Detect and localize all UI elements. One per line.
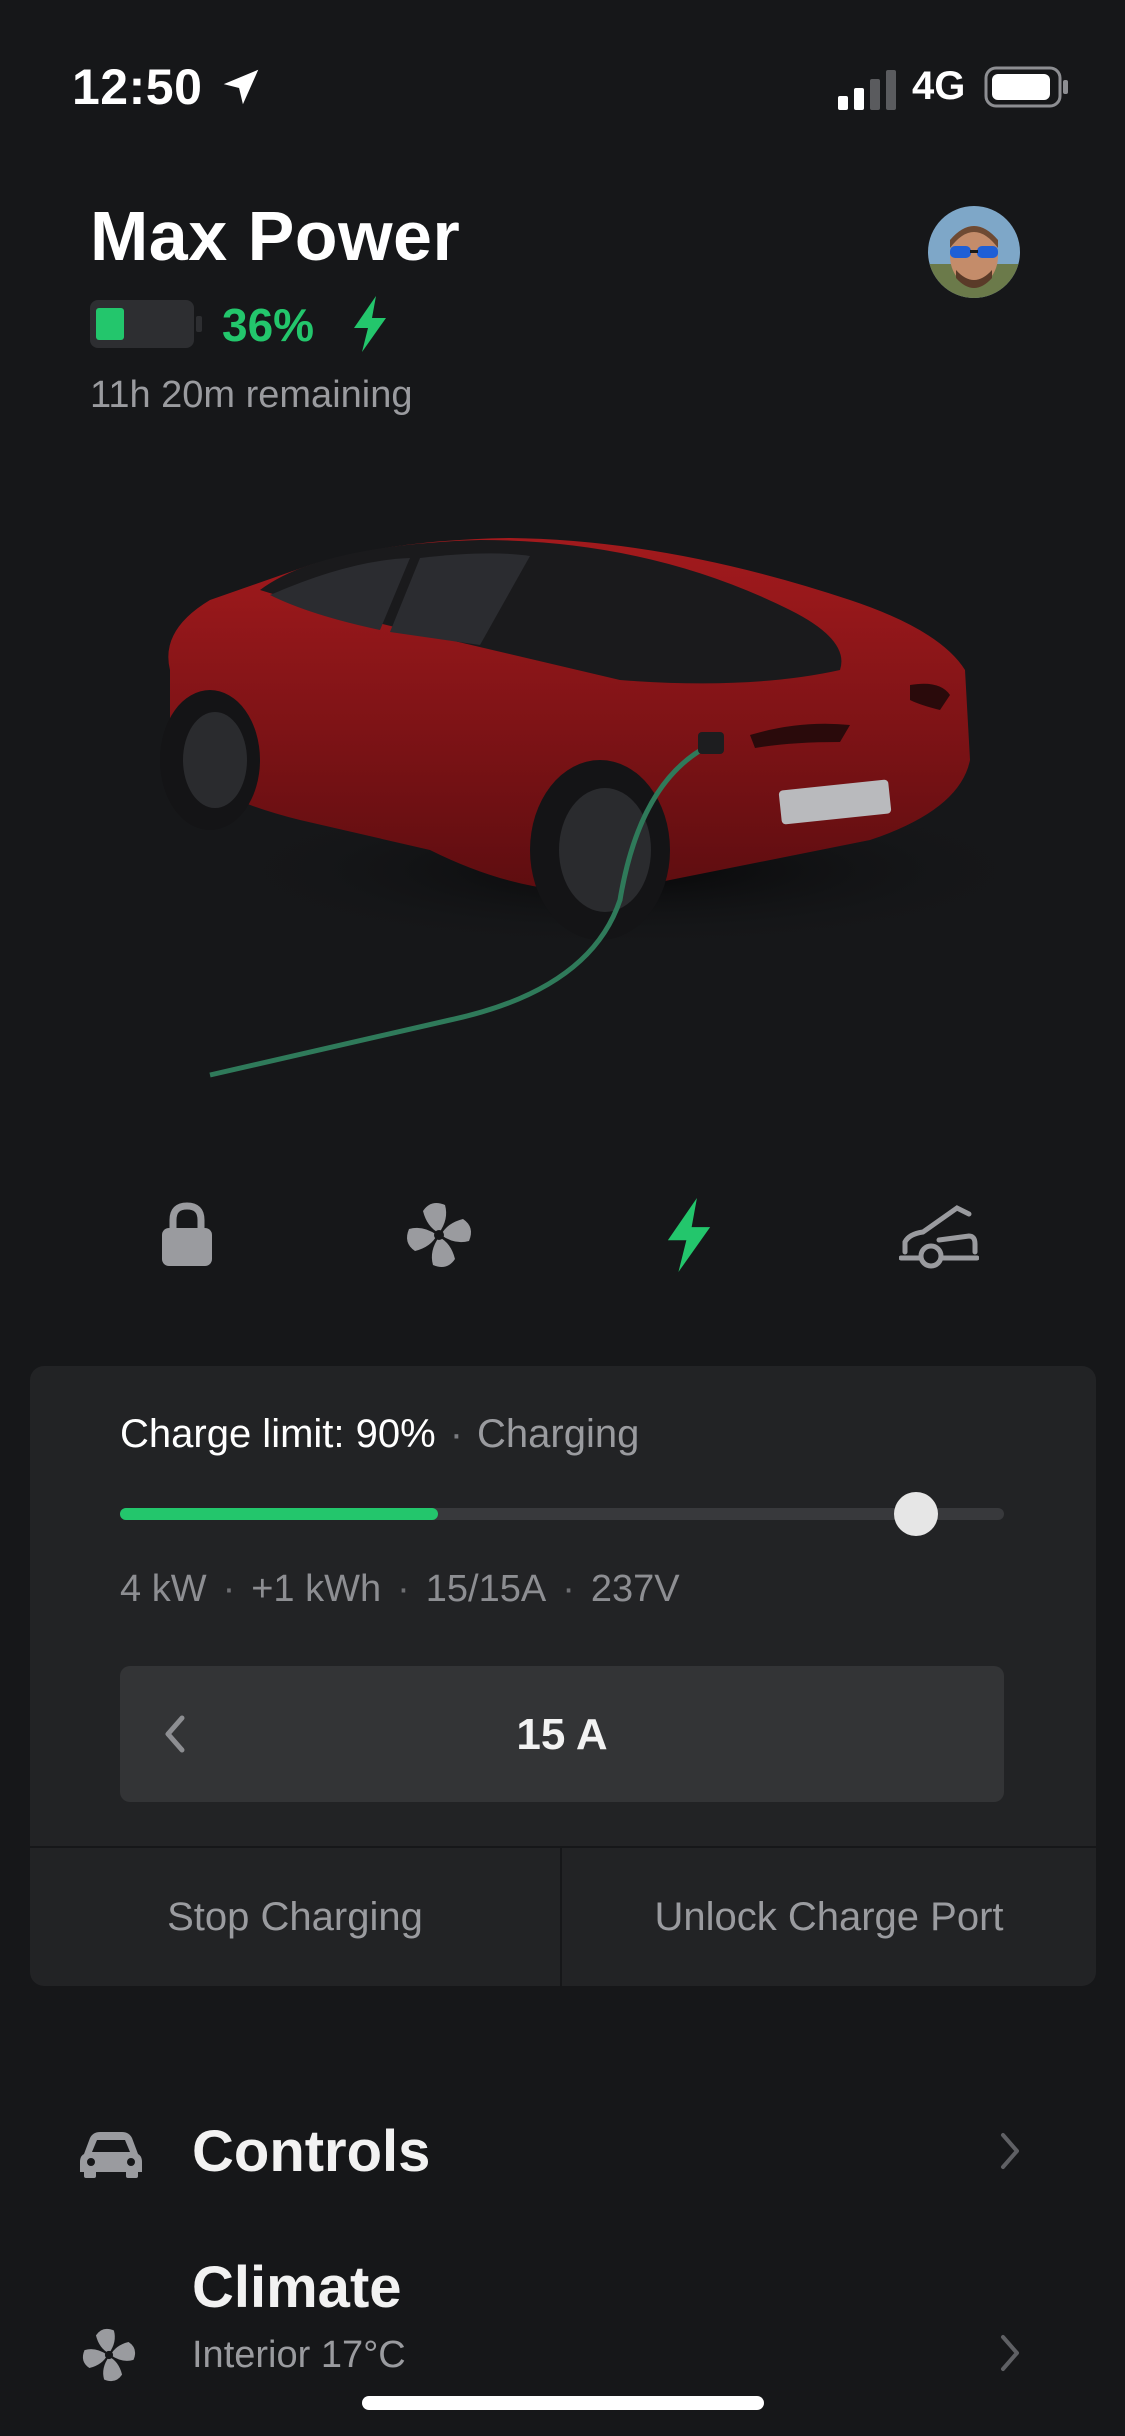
charge-power: 4 kW (120, 1568, 207, 1610)
status-bar: 12:50 4G (0, 0, 1125, 160)
charge-limit-slider-thumb[interactable] (894, 1492, 938, 1536)
charge-limit-slider-track[interactable] (120, 1508, 1004, 1520)
profile-avatar[interactable] (928, 206, 1020, 298)
current-charge-fill (120, 1508, 438, 1520)
car-name: Max Power (90, 197, 461, 275)
amps-selector: 15 A (120, 1666, 1004, 1802)
charging-bolt-icon (354, 296, 386, 352)
location-arrow-icon (223, 69, 259, 105)
climate-row[interactable]: Climate Interior 17°C (0, 2240, 1125, 2400)
quick-actions (0, 1190, 1125, 1300)
unlock-charge-port-button[interactable]: Unlock Charge Port (562, 1848, 1096, 1986)
chevron-right-icon (1001, 2335, 1019, 2371)
lock-icon[interactable] (142, 1190, 232, 1280)
battery-icon (984, 66, 1068, 108)
energy-added: +1 kWh (251, 1568, 382, 1610)
climate-title: Climate (192, 2255, 402, 2320)
app-screen: 12:50 4G Max Power 36% 11h 20m remaining… (0, 0, 1125, 2436)
fan-icon[interactable] (394, 1190, 484, 1280)
car-frunk-icon[interactable] (894, 1190, 984, 1280)
status-time: 12:50 (72, 59, 203, 115)
charging-status: Charging (477, 1412, 640, 1456)
cell-signal-icon (838, 70, 896, 110)
amps-value: 15 A (516, 1710, 608, 1759)
separator-dot: · (222, 1568, 236, 1610)
car-icon (80, 2132, 142, 2178)
chevron-right-icon (1001, 2133, 1019, 2169)
bolt-icon[interactable] (644, 1190, 734, 1280)
charge-time-remaining: 11h 20m remaining (90, 374, 413, 416)
charge-current: 15/15A (425, 1568, 547, 1610)
charging-card: Charge limit: 90% · Charging 4 kW · +1 kWh · 1… (30, 1366, 1096, 1986)
network-label: 4G (912, 64, 966, 108)
climate-interior-temp: Interior 17°C (192, 2334, 406, 2376)
car-battery-icon (90, 300, 202, 348)
charge-voltage: 237V (590, 1568, 680, 1610)
separator-dot: · (562, 1568, 575, 1610)
battery-percent: 36% (222, 299, 315, 351)
separator-dot: · (449, 1412, 464, 1456)
car-image (160, 538, 1050, 1078)
controls-row[interactable]: Controls (0, 2080, 1125, 2250)
charging-stats: 4 kW · +1 kWh · 15/15A · 237V (120, 1568, 680, 1611)
controls-title: Controls (192, 2119, 431, 2184)
charge-limit-label: Charge limit: 90% (120, 1412, 436, 1456)
fan-icon (82, 2328, 136, 2382)
separator-dot: · (397, 1568, 410, 1610)
charge-title-row: Charge limit: 90% · Charging (120, 1412, 639, 1457)
home-indicator[interactable] (362, 2396, 764, 2410)
stop-charging-button[interactable]: Stop Charging (30, 1848, 560, 1986)
